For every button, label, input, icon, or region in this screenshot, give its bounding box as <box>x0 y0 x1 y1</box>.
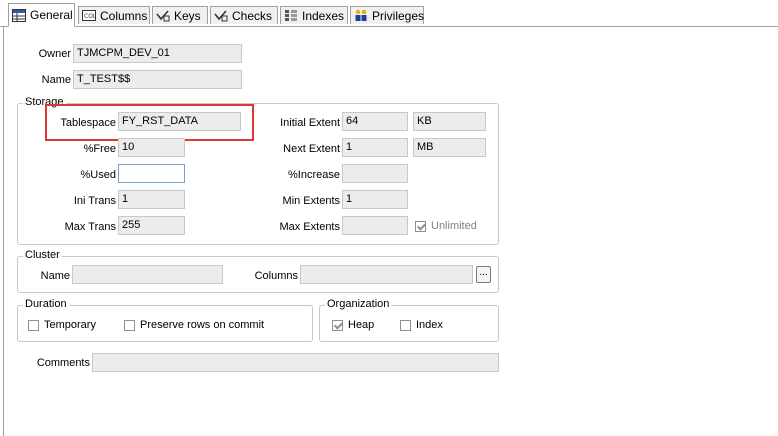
cluster-name-label: Name <box>40 270 70 282</box>
name-field[interactable]: T_TEST$$ <box>73 70 242 89</box>
pctused-field[interactable] <box>118 164 185 183</box>
initial-extent-field[interactable]: 64 <box>342 112 408 131</box>
heap-checkbox[interactable]: Heap <box>332 319 374 331</box>
min-extents-label: Min Extents <box>282 195 340 207</box>
index-checkbox-box <box>400 319 411 331</box>
cluster-name-field[interactable] <box>72 265 223 284</box>
tab-checks[interactable]: Checks <box>210 6 278 24</box>
name-label: Name <box>41 74 71 86</box>
cluster-columns-label: Columns <box>254 270 298 282</box>
unlimited-checkbox-box <box>415 220 426 232</box>
owner-field[interactable]: TJMCPM_DEV_01 <box>73 44 242 63</box>
tab-columns-label: Columns <box>100 8 148 23</box>
tab-indexes[interactable]: Indexes <box>280 6 348 24</box>
index-checkbox[interactable]: Index <box>400 319 443 331</box>
initrans-field[interactable]: 1 <box>118 190 185 209</box>
index-label: Index <box>416 319 443 331</box>
tab-privileges[interactable]: Privileges <box>350 6 424 24</box>
next-extent-field[interactable]: 1 <box>342 138 408 157</box>
preserve-rows-checkbox-box <box>124 319 135 331</box>
tab-general-label: General <box>30 8 73 22</box>
temporary-label: Temporary <box>44 319 96 331</box>
max-extents-label: Max Extents <box>279 221 340 233</box>
maxtrans-field[interactable]: 255 <box>118 216 185 235</box>
unlimited-checkbox[interactable]: Unlimited <box>415 220 477 232</box>
comments-field[interactable] <box>92 353 499 372</box>
columns-icon: COL <box>82 9 97 22</box>
browse-button[interactable]: ... <box>476 266 491 283</box>
pctincrease-field[interactable] <box>342 164 408 183</box>
maxtrans-label: Max Trans <box>64 221 116 233</box>
comments-label: Comments <box>36 357 90 369</box>
tab-indexes-label: Indexes <box>302 8 345 23</box>
owner-label: Owner <box>38 48 71 60</box>
initial-extent-unit[interactable]: KB <box>413 112 486 131</box>
tab-keys-label: Keys <box>174 8 201 23</box>
tablespace-highlight <box>45 104 254 141</box>
users-icon <box>354 9 368 22</box>
temporary-checkbox-box <box>28 319 39 331</box>
pctused-label: %Used <box>80 169 116 181</box>
index-icon <box>284 9 298 22</box>
next-extent-label: Next Extent <box>283 143 340 155</box>
preserve-rows-label: Preserve rows on commit <box>140 319 265 331</box>
min-extents-field[interactable]: 1 <box>342 190 408 209</box>
organization-title: Organization <box>325 298 392 310</box>
pctfree-field[interactable]: 10 <box>118 138 185 157</box>
pctfree-label: %Free <box>83 143 116 155</box>
next-extent-unit[interactable]: MB <box>413 138 486 157</box>
tab-checks-label: Checks <box>232 8 273 23</box>
table-icon <box>12 8 26 22</box>
preserve-rows-checkbox[interactable]: Preserve rows on commit <box>124 319 264 331</box>
max-extents-field[interactable] <box>342 216 408 235</box>
cluster-columns-field[interactable] <box>300 265 473 284</box>
cluster-title: Cluster <box>23 249 62 261</box>
svg-text:COL: COL <box>84 13 96 20</box>
tab-bar: General COL Columns Keys Checks Indexes … <box>0 0 778 27</box>
duration-title: Duration <box>23 298 69 310</box>
tab-columns[interactable]: COL Columns <box>78 6 150 24</box>
temporary-checkbox[interactable]: Temporary <box>28 319 96 331</box>
initrans-label: Ini Trans <box>73 195 116 207</box>
tab-general[interactable]: General <box>8 3 75 27</box>
heap-label: Heap <box>348 319 375 331</box>
heap-checkbox-box <box>332 319 343 331</box>
pctincrease-label: %Increase <box>288 169 340 181</box>
key-icon <box>156 9 170 22</box>
unlimited-label: Unlimited <box>431 220 477 232</box>
initial-extent-label: Initial Extent <box>280 117 340 129</box>
check-icon <box>214 9 228 22</box>
tab-privileges-label: Privileges <box>372 8 425 23</box>
tab-keys[interactable]: Keys <box>152 6 208 24</box>
